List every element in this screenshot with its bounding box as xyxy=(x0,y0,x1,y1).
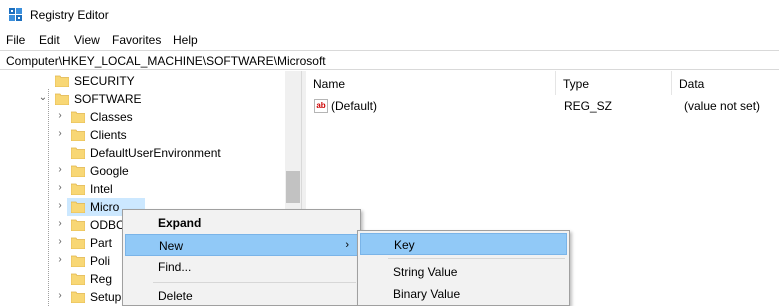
tree-item-classes[interactable]: › Classes xyxy=(0,108,285,126)
chevron-right-icon[interactable]: › xyxy=(55,110,65,122)
menu-separator xyxy=(153,282,356,283)
folder-icon xyxy=(71,201,85,213)
menu-separator xyxy=(388,258,565,259)
folder-icon xyxy=(71,273,85,285)
chevron-right-icon[interactable]: › xyxy=(55,200,65,212)
submenu-binary-value[interactable]: Binary Value xyxy=(360,283,567,305)
menu-item-label: Binary Value xyxy=(393,287,461,301)
chevron-right-icon[interactable]: › xyxy=(55,182,65,194)
menu-item-label: String Value xyxy=(393,265,458,279)
chevron-right-icon[interactable]: › xyxy=(55,164,65,176)
tree-item-clients[interactable]: › Clients xyxy=(0,126,285,144)
tree-item-label: Classes xyxy=(90,110,133,124)
tree-item-label: Clients xyxy=(90,128,127,142)
context-menu: Expand New › Find... Delete xyxy=(122,209,361,306)
tree-item-label: SECURITY xyxy=(74,74,135,88)
chevron-down-icon[interactable]: ⌄ xyxy=(38,92,48,104)
folder-icon xyxy=(71,129,85,141)
folder-icon xyxy=(71,255,85,267)
folder-icon xyxy=(71,183,85,195)
column-header-type[interactable]: Type xyxy=(556,71,672,95)
value-row[interactable]: ab (Default) REG_SZ (value not set) xyxy=(306,96,779,116)
tree-item-label: Part xyxy=(90,236,113,250)
chevron-right-icon[interactable]: › xyxy=(55,290,65,302)
menu-edit[interactable]: Edit xyxy=(39,33,60,47)
menu-item-label: New xyxy=(159,239,184,253)
address-path[interactable]: Computer\HKEY_LOCAL_MACHINE\SOFTWARE\Mic… xyxy=(6,54,326,68)
folder-icon xyxy=(55,75,69,87)
menu-item-label: Expand xyxy=(158,216,202,230)
address-bar[interactable]: Computer\HKEY_LOCAL_MACHINE\SOFTWARE\Mic… xyxy=(0,50,779,70)
chevron-right-icon[interactable]: › xyxy=(55,254,65,266)
tree-item-label: DefaultUserEnvironment xyxy=(90,146,221,160)
tree-item-label: SOFTWARE xyxy=(74,92,142,106)
context-menu-new[interactable]: New › xyxy=(125,234,358,256)
menu-view[interactable]: View xyxy=(74,33,100,47)
tree-item-software[interactable]: ⌄ SOFTWARE xyxy=(0,90,285,108)
chevron-right-icon[interactable]: › xyxy=(55,218,65,230)
string-value-icon: ab xyxy=(314,99,328,113)
submenu-string-value[interactable]: String Value xyxy=(360,261,567,283)
menu-file[interactable]: File xyxy=(6,33,25,47)
folder-icon xyxy=(71,111,85,123)
menu-help[interactable]: Help xyxy=(173,33,198,47)
tree-item-label: ODBC xyxy=(90,218,125,232)
chevron-right-icon[interactable]: › xyxy=(55,128,65,140)
tree-item-intel[interactable]: › Intel xyxy=(0,180,285,198)
menu-item-label: Delete xyxy=(158,289,193,303)
folder-open-icon xyxy=(55,93,69,105)
tree-item-defaultuserenvironment[interactable]: DefaultUserEnvironment xyxy=(0,144,285,162)
value-type: REG_SZ xyxy=(564,99,613,113)
title-bar: Registry Editor xyxy=(0,0,779,30)
context-menu-find[interactable]: Find... xyxy=(125,256,358,278)
menu-item-label: Key xyxy=(394,238,415,252)
tree-item-google[interactable]: › Google xyxy=(0,162,285,180)
folder-icon xyxy=(71,147,85,159)
folder-icon xyxy=(71,165,85,177)
chevron-right-icon[interactable]: › xyxy=(55,236,65,248)
column-header-data[interactable]: Data xyxy=(672,71,779,95)
new-submenu: Key String Value Binary Value xyxy=(357,230,570,306)
tree-item-label: Reg xyxy=(90,272,113,286)
value-name: (Default) xyxy=(331,99,378,113)
column-header-name[interactable]: Name xyxy=(306,71,556,95)
value-data: (value not set) xyxy=(684,99,761,113)
registry-editor-icon xyxy=(9,8,22,21)
menu-item-label: Find... xyxy=(158,260,192,274)
folder-icon xyxy=(71,219,85,231)
menu-favorites[interactable]: Favorites xyxy=(112,33,161,47)
tree-item-security[interactable]: SECURITY xyxy=(0,72,285,90)
tree-scrollbar-thumb[interactable] xyxy=(286,171,300,203)
window-title: Registry Editor xyxy=(30,8,109,22)
folder-icon xyxy=(71,291,85,303)
context-menu-delete[interactable]: Delete xyxy=(125,285,358,306)
tree-item-label: Setup xyxy=(90,290,122,304)
folder-icon xyxy=(71,237,85,249)
tree-item-label: Micro xyxy=(90,200,120,214)
chevron-right-icon: › xyxy=(345,239,349,251)
tree-item-label: Google xyxy=(90,164,129,178)
menu-bar: File Edit View Favorites Help xyxy=(0,31,779,49)
context-menu-expand[interactable]: Expand xyxy=(125,212,358,234)
tree-item-label: Poli xyxy=(90,254,111,268)
tree-item-label: Intel xyxy=(90,182,113,196)
submenu-key[interactable]: Key xyxy=(360,233,567,255)
